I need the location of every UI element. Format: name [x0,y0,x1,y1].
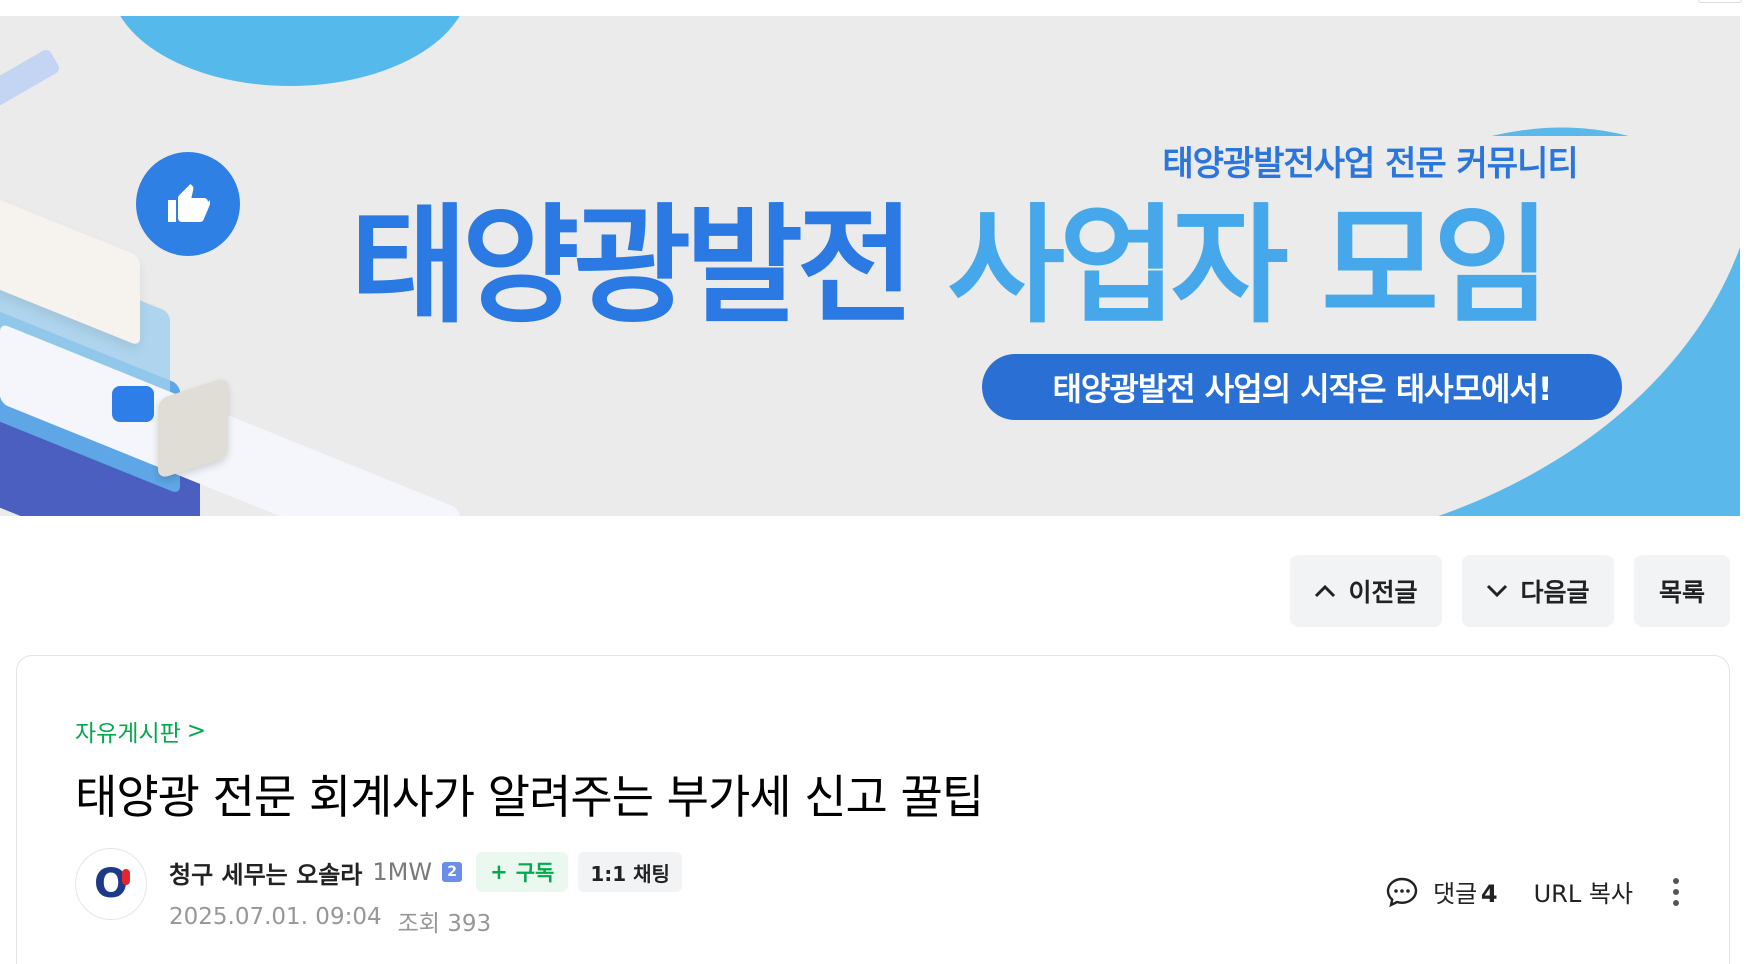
speech-bubble-icon[interactable] [1385,875,1419,909]
url-copy-button[interactable]: URL 복사 [1534,874,1633,909]
banner-subtitle: 태양광발전사업 전문 커뮤니티 [1162,144,1578,184]
list-button-label: 목록 [1658,578,1705,607]
subscribe-label: 구독 [515,861,555,885]
author-row: 청구 세무는 오솔라 1MW 2 + 구독 1:1 채팅 [169,852,682,892]
list-button[interactable]: 목록 [1634,555,1730,627]
banner-decor-circle [110,16,470,86]
banner-title-part: 사업자 [947,192,1322,341]
level-badge: 2 [442,862,463,882]
avatar[interactable]: O [75,848,147,920]
next-post-button[interactable]: 다음글 [1462,555,1614,627]
vertical-ellipsis-icon[interactable] [1673,877,1679,906]
article-card: 자유게시판 > 태양광 전문 회계사가 알려주는 부가세 신고 꿀팁 O 청구 … [16,655,1730,964]
author-level: 1MW [372,858,433,886]
avatar-logo-dot [122,869,130,885]
banner-title-part: 태양광발전 [350,192,948,341]
comments-count: 4 [1480,880,1498,908]
post-title: 태양광 전문 회계사가 알려주는 부가세 신고 꿀팁 [75,770,984,824]
comments-label: 댓글 [1433,880,1478,908]
chat-button[interactable]: 1:1 채팅 [578,852,682,892]
banner-slogan-pill: 태양광발전 사업의 시작은 태사모에서! [982,354,1622,420]
top-corner-tab [1698,0,1742,3]
cafe-banner[interactable]: 태양광발전사업 전문 커뮤니티 태양광발전 사업자 모임 태양광발전 사업의 시… [0,16,1740,516]
banner-decor-message [112,386,154,422]
chevron-right-icon: > [186,718,207,744]
board-link[interactable]: 자유게시판 > [75,714,206,748]
chevron-down-icon [1486,579,1508,604]
plus-icon: + [490,860,508,884]
banner-title-part: 모임 [1321,192,1551,341]
subscribe-button[interactable]: + 구독 [476,852,569,892]
thumbs-up-icon [136,152,240,256]
post-date: 2025.07.01. 09:04 [169,904,382,930]
banner-title: 태양광발전 사업자 모임 [350,192,1670,342]
banner-decor-pen [0,47,62,111]
author-name[interactable]: 청구 세무는 오솔라 [169,855,362,890]
chevron-up-icon [1314,579,1336,604]
view-count: 조회 393 [397,911,492,937]
post-meta: 2025.07.01. 09:04 조회 393 [169,904,491,938]
post-actions: 댓글 4 URL 복사 [1385,874,1679,909]
page: 태양광발전사업 전문 커뮤니티 태양광발전 사업자 모임 태양광발전 사업의 시… [0,0,1750,964]
prev-post-label: 이전글 [1348,578,1418,607]
board-name: 자유게시판 [75,721,181,747]
prev-post-button[interactable]: 이전글 [1290,555,1442,627]
comments-link[interactable]: 댓글 4 [1433,874,1498,909]
next-post-label: 다음글 [1520,578,1590,607]
